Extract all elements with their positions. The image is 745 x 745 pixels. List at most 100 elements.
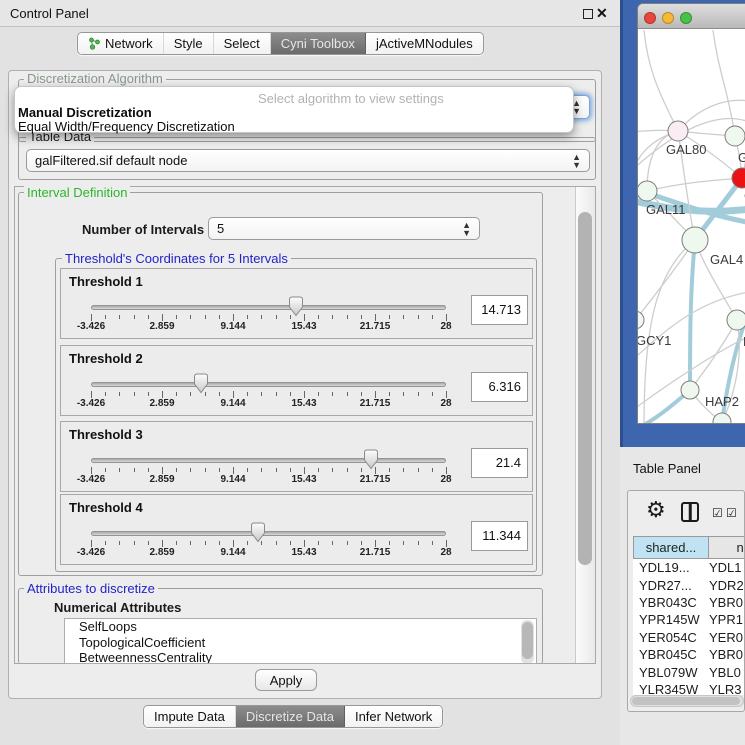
tab-infer-network[interactable]: Infer Network	[345, 706, 442, 727]
tab-label: Discretize Data	[246, 709, 334, 724]
column-header-name[interactable]: na	[709, 536, 745, 559]
cell-name[interactable]: YBR0	[709, 595, 745, 610]
popup-hint: Select algorithm to view settings	[258, 91, 444, 106]
table-hscrollbar-track[interactable]	[630, 695, 744, 707]
threshold-slider-thumb[interactable]	[250, 522, 266, 543]
checkbox-icon[interactable]: ☑	[712, 506, 723, 520]
table-row[interactable]: YER054CYER0	[633, 629, 745, 646]
popup-item-manual-discretization[interactable]: Manual Discretization	[18, 105, 152, 120]
float-icon[interactable]	[583, 9, 593, 19]
table-hscrollbar-thumb[interactable]	[632, 697, 740, 705]
cell-shared-name[interactable]: YPR145W	[633, 612, 709, 627]
threshold-slider-track[interactable]	[91, 305, 446, 310]
threshold-value-field[interactable]: 21.4	[471, 448, 528, 478]
table-row[interactable]: YDL19...YDL1	[633, 559, 745, 576]
network-node[interactable]	[668, 121, 688, 141]
mac-zoom-button[interactable]	[680, 12, 692, 24]
slider-tick	[389, 541, 390, 545]
network-canvas[interactable]: GAL80GACGAL11GAL4GCY1HHAP2	[638, 30, 745, 424]
tab-jactivemnodules[interactable]: jActiveMNodules	[366, 33, 483, 54]
slider-tick	[105, 392, 106, 396]
network-window-titlebar[interactable]	[638, 4, 745, 29]
cell-shared-name[interactable]: YBR045C	[633, 647, 709, 662]
slider-tick	[389, 468, 390, 472]
threshold-slider-thumb[interactable]	[288, 296, 304, 317]
tab-cyni-toolbox[interactable]: Cyni Toolbox	[271, 33, 366, 54]
threshold-value-field[interactable]: 14.713	[471, 295, 528, 325]
numerical-attributes-list[interactable]: SelfLoopsTopologicalCoefficientBetweenne…	[64, 618, 537, 664]
slider-tick-label: 9.144	[220, 398, 245, 409]
network-node[interactable]	[681, 381, 699, 399]
table-row[interactable]: YBR043CYBR0	[633, 594, 745, 611]
attributes-scrollbar-thumb[interactable]	[522, 622, 533, 659]
table-row[interactable]: YBR045CYBR0	[633, 646, 745, 663]
network-node[interactable]	[638, 181, 657, 201]
threshold-slider-thumb[interactable]	[363, 449, 379, 470]
slider-tick	[119, 541, 120, 545]
threshold-slider-track[interactable]	[91, 458, 446, 463]
network-node[interactable]	[725, 126, 745, 146]
tab-discretize-data[interactable]: Discretize Data	[236, 706, 345, 727]
table-row[interactable]: YPR145WYPR1	[633, 611, 745, 628]
tab-select[interactable]: Select	[214, 33, 271, 54]
table-row[interactable]: YLR345WYLR3	[633, 681, 745, 695]
threshold-slider-thumb[interactable]	[193, 373, 209, 394]
interval-definition-label: Interval Definition	[24, 186, 130, 199]
numerical-attributes-header: Numerical Attributes	[54, 600, 181, 615]
cell-name[interactable]: YPR1	[709, 612, 745, 627]
threshold-value-field[interactable]: 11.344	[471, 521, 528, 551]
network-view-window[interactable]: GAL80GACGAL11GAL4GCY1HHAP2	[637, 3, 745, 424]
threshold-value-field[interactable]: 6.316	[471, 372, 528, 402]
slider-tick-label: 28	[440, 398, 451, 409]
mac-minimize-button[interactable]	[662, 12, 674, 24]
popup-item-equal-width-frequency[interactable]: Equal Width/Frequency Discretization	[18, 119, 235, 134]
close-icon[interactable]: ✕	[596, 5, 608, 22]
network-node[interactable]	[727, 310, 745, 330]
slider-tick-label: 15.43	[291, 398, 316, 409]
network-edge[interactable]	[638, 240, 695, 322]
table-row[interactable]: YDR27...YDR2	[633, 576, 745, 593]
slider-tick	[276, 541, 277, 545]
apply-button[interactable]: Apply	[255, 669, 317, 691]
threshold-row: Threshold 3-3.4262.8599.14415.4321.71528…	[60, 421, 533, 492]
threshold-row: Threshold 2-3.4262.8599.14415.4321.71528…	[60, 345, 533, 416]
attribute-list-item[interactable]: TopologicalCoefficient	[65, 635, 536, 651]
cell-shared-name[interactable]: YDR27...	[633, 578, 709, 593]
cell-shared-name[interactable]: YBL079W	[633, 665, 709, 680]
cell-name[interactable]: YBL0	[709, 665, 745, 680]
main-scrollbar-thumb[interactable]	[578, 212, 592, 565]
tab-style[interactable]: Style	[164, 33, 214, 54]
checkbox-icon[interactable]: ☑	[726, 506, 737, 520]
slider-tick	[332, 392, 333, 396]
tab-network[interactable]: Network	[78, 33, 164, 54]
threshold-slider-track[interactable]	[91, 531, 446, 536]
cell-name[interactable]: YER0	[709, 630, 745, 645]
cell-name[interactable]: YDL1	[709, 560, 745, 575]
cell-shared-name[interactable]: YBR043C	[633, 595, 709, 610]
gear-icon[interactable]: ⚙	[646, 497, 666, 523]
cell-shared-name[interactable]: YDL19...	[633, 560, 709, 575]
table-data-combobox[interactable]: galFiltered.sif default node ▲▼	[26, 149, 590, 172]
network-node[interactable]	[713, 413, 731, 424]
network-edge[interactable]	[647, 178, 742, 191]
cell-shared-name[interactable]: YLR345W	[633, 682, 709, 695]
attribute-list-item[interactable]: BetweennessCentrality	[65, 650, 536, 664]
tab-impute-data[interactable]: Impute Data	[144, 706, 236, 727]
column-header-shared-name[interactable]: shared...	[633, 536, 709, 559]
attribute-list-item[interactable]: SelfLoops	[65, 619, 536, 635]
split-columns-icon[interactable]	[681, 502, 699, 522]
mac-close-button[interactable]	[644, 12, 656, 24]
slider-tick	[432, 468, 433, 472]
slider-tick	[176, 392, 177, 396]
threshold-slider-track[interactable]	[91, 382, 446, 387]
network-node[interactable]	[682, 227, 708, 253]
cell-name[interactable]: YLR3	[709, 682, 745, 695]
network-node[interactable]	[638, 311, 644, 329]
table-row[interactable]: YBL079WYBL0	[633, 663, 745, 680]
cell-shared-name[interactable]: YER054C	[633, 630, 709, 645]
number-of-intervals-combobox[interactable]: 5 ▲▼	[208, 217, 480, 240]
cell-name[interactable]: YDR2	[709, 578, 745, 593]
network-edge[interactable]	[644, 30, 678, 131]
slider-tick-label: 15.43	[291, 321, 316, 332]
cell-name[interactable]: YBR0	[709, 647, 745, 662]
